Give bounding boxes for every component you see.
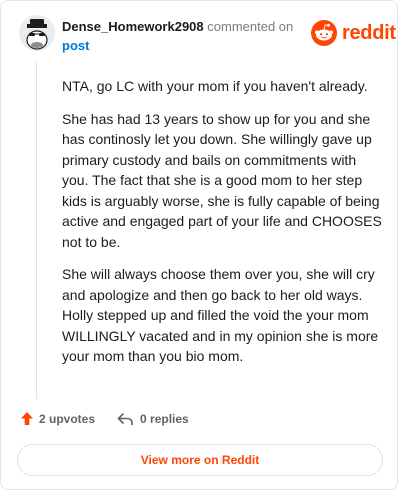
comment-paragraph-1: NTA, go LC with your mom if you haven't … <box>62 78 368 94</box>
reply-arrow-icon <box>117 412 133 425</box>
avatar-image <box>19 15 55 51</box>
username-link[interactable]: Dense_Homework2908 <box>62 19 204 34</box>
reddit-logo[interactable]: reddit <box>311 20 396 46</box>
comment-actions: 2 upvotes 0 replies <box>20 411 189 426</box>
comment-paragraph-2: She has had 13 years to show up for you … <box>62 110 382 250</box>
reddit-snoo-icon <box>311 20 337 46</box>
reply-count: 0 replies <box>140 411 189 426</box>
comment-paragraph-3: She will always choose them over you, sh… <box>62 266 379 364</box>
comment-embed-card: Dense_Homework2908 commented on post red… <box>0 0 398 490</box>
comment-header: Dense_Homework2908 commented on post <box>62 17 312 55</box>
upvote-count: 2 upvotes <box>39 411 96 426</box>
upvote-button[interactable]: 2 upvotes <box>20 411 95 426</box>
thread-line[interactable] <box>36 61 37 399</box>
reddit-wordmark: reddit <box>342 21 396 44</box>
reply-button[interactable]: 0 replies <box>117 412 189 426</box>
view-more-button[interactable]: View more on Reddit <box>17 444 383 476</box>
post-link[interactable]: post <box>62 36 312 55</box>
commented-on-text: commented on <box>207 19 294 34</box>
user-avatar[interactable] <box>19 15 55 51</box>
comment-body: NTA, go LC with your mom if you haven't … <box>62 76 382 379</box>
upvote-arrow-icon <box>21 412 33 425</box>
